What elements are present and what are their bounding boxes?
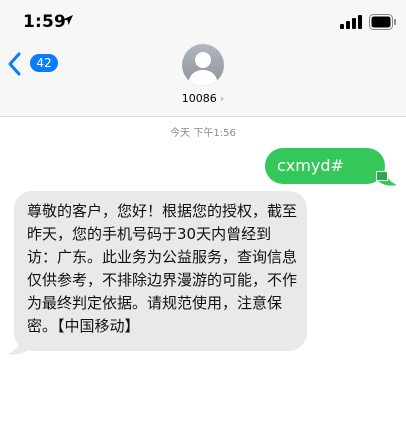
contact-avatar[interactable] [182, 44, 224, 86]
back-button[interactable]: 42 [8, 52, 58, 76]
chevron-right-icon: › [219, 92, 225, 105]
chevron-left-icon [8, 52, 21, 76]
cellular-signal-icon [340, 15, 362, 29]
unread-count-badge: 42 [30, 54, 58, 72]
contact-name-button[interactable]: 10086 › [0, 92, 406, 105]
message-status-icon [376, 171, 388, 181]
status-bar: 1:59 [0, 0, 406, 46]
status-time: 1:59 [23, 12, 67, 32]
received-bubble-tail [8, 334, 30, 355]
received-message-text: 尊敬的客户，您好！根据您的授权，截至昨天，您的手机号码于30天内曾经到访：广东。… [27, 202, 298, 335]
received-message-bubble[interactable]: 尊敬的客户，您好！根据您的授权，截至昨天，您的手机号码于30天内曾经到访：广东。… [14, 191, 307, 351]
sent-message-bubble[interactable]: cxmyd# [265, 148, 385, 184]
battery-icon [369, 14, 396, 30]
contact-name: 10086 [181, 92, 217, 105]
message-timestamp: 今天 下午1:56 [170, 128, 236, 139]
conversation-header: 1:59 42 10086 › [0, 0, 406, 117]
location-arrow-icon [63, 15, 73, 25]
person-avatar-icon [188, 52, 218, 86]
